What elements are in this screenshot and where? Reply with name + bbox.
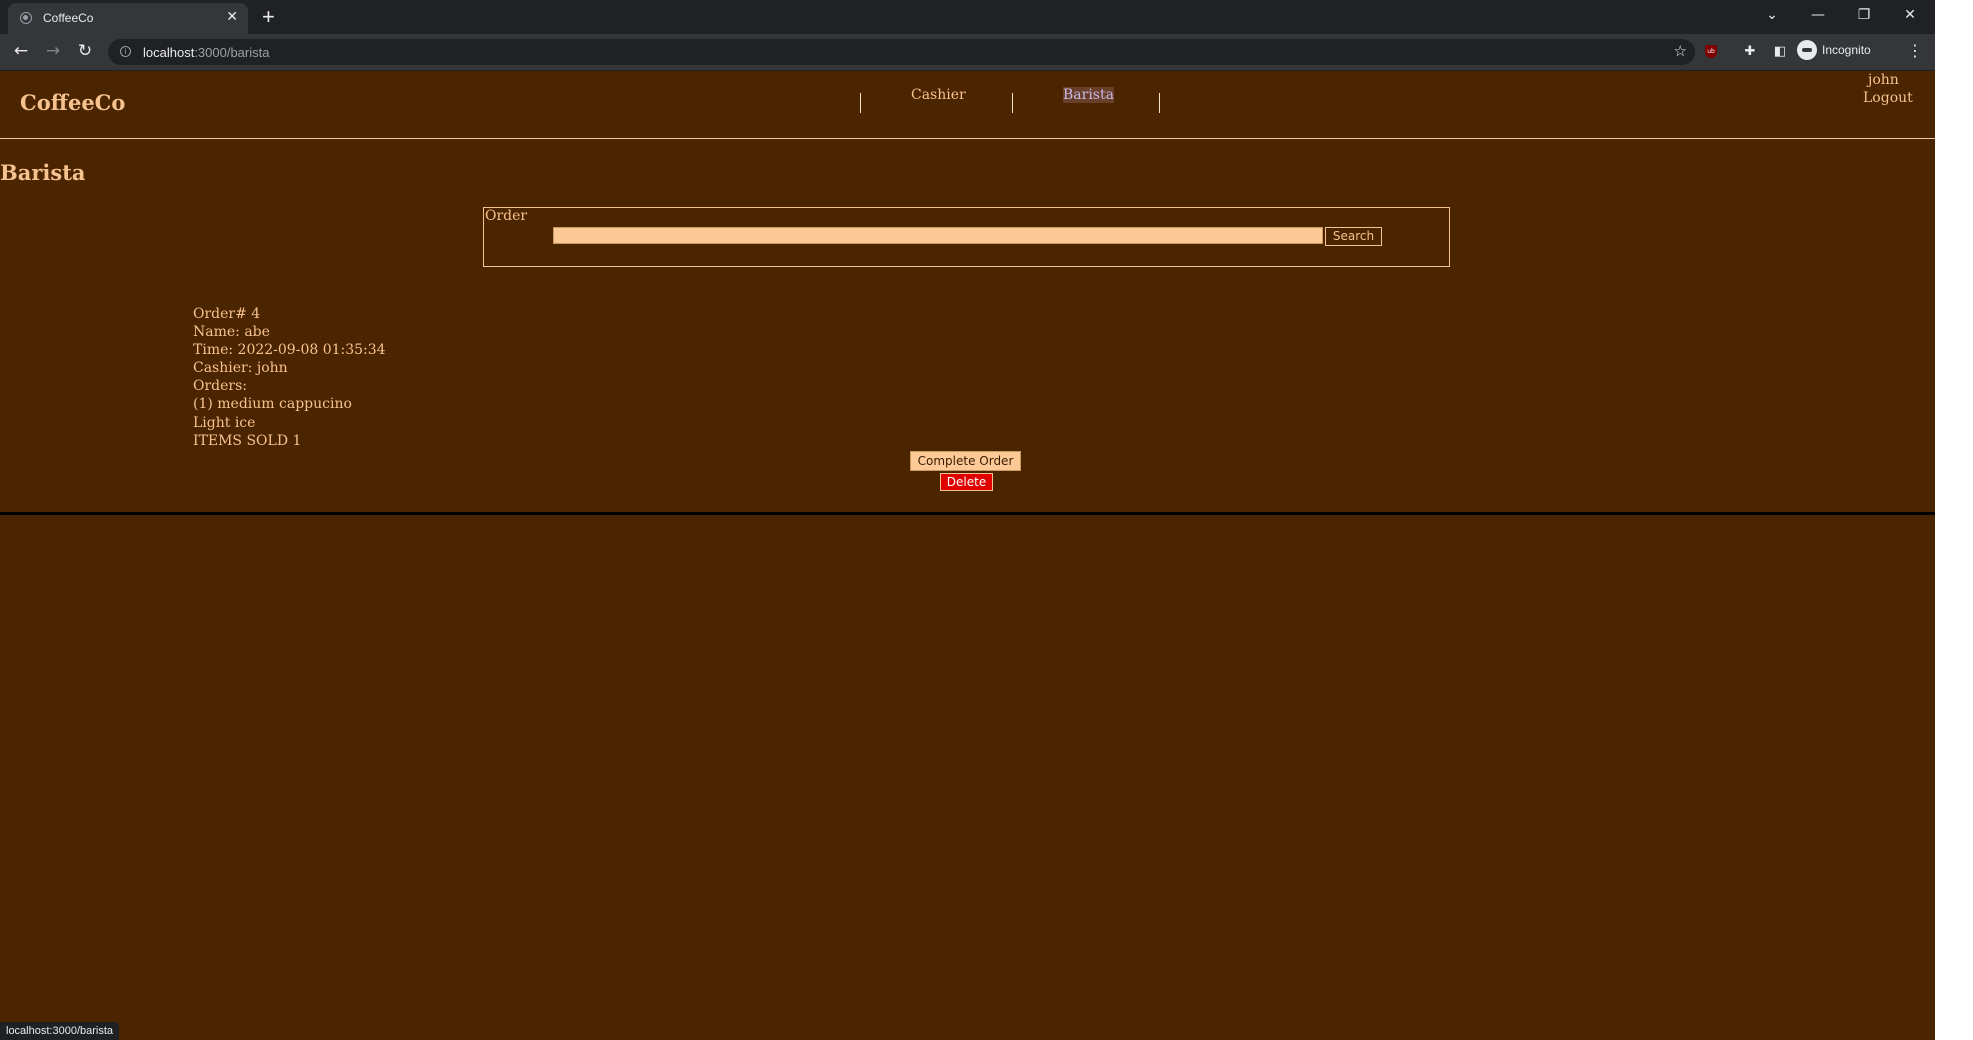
items-sold-count: ITEMS SOLD 1 bbox=[193, 432, 302, 449]
new-tab-button[interactable]: + bbox=[262, 3, 275, 31]
forward-arrow-icon[interactable]: → bbox=[40, 38, 66, 64]
nav-link-cashier[interactable]: Cashier bbox=[911, 87, 966, 103]
nav-separator bbox=[1012, 93, 1013, 113]
logout-link[interactable]: Logout bbox=[1863, 89, 1913, 107]
username: john bbox=[1868, 72, 1899, 88]
tab-title: CoffeeCo bbox=[43, 11, 94, 25]
order-item-note: Light ice bbox=[193, 414, 256, 431]
user-box: john Logout bbox=[1863, 71, 1913, 107]
page-content: CoffeeCo Cashier Barista john Logout Bar… bbox=[0, 71, 1935, 1040]
search-button[interactable]: Search bbox=[1325, 227, 1382, 246]
side-panel-icon[interactable]: ◧ bbox=[1770, 42, 1790, 62]
minimize-button[interactable]: — bbox=[1800, 2, 1836, 28]
extensions-puzzle-icon[interactable]: ✚ bbox=[1740, 42, 1760, 62]
order-cashier: Cashier: john bbox=[193, 360, 288, 377]
browser-toolbar: ← → ↻ i localhost:3000/barista ☆ ✚ ◧ bbox=[0, 34, 1935, 71]
address-bar[interactable]: i localhost:3000/barista ☆ bbox=[108, 39, 1695, 65]
screen: CoffeeCo ✕ + ⌄ — ❐ ✕ ← → ↻ i localhost:3… bbox=[0, 0, 1973, 1040]
brand-logo[interactable]: CoffeeCo bbox=[20, 90, 125, 115]
restore-button[interactable]: ❐ bbox=[1846, 2, 1882, 28]
nav-separator bbox=[1159, 93, 1160, 113]
order-item: (1) medium cappucino bbox=[193, 396, 352, 413]
site-header: CoffeeCo Cashier Barista john Logout bbox=[0, 71, 1935, 139]
order-search-fieldset: Order Search bbox=[483, 207, 1450, 267]
browser-tab[interactable]: CoffeeCo ✕ bbox=[8, 3, 248, 34]
nav-separator bbox=[860, 93, 861, 113]
order-number: Order# 4 bbox=[193, 306, 261, 322]
incognito-badge[interactable]: Incognito bbox=[1797, 40, 1871, 62]
complete-order-button[interactable]: Complete Order bbox=[910, 451, 1021, 471]
ublock-icon[interactable]: ub bbox=[1705, 45, 1717, 58]
page-title: Barista bbox=[0, 160, 86, 185]
tab-close-icon[interactable]: ✕ bbox=[226, 8, 238, 25]
order-customer-name: Name: abe bbox=[193, 324, 270, 341]
reload-icon[interactable]: ↻ bbox=[72, 38, 98, 64]
star-icon[interactable]: ☆ bbox=[1674, 42, 1687, 60]
window-close-button[interactable]: ✕ bbox=[1892, 2, 1928, 28]
order-items-label: Orders: bbox=[193, 378, 248, 395]
info-icon[interactable]: i bbox=[120, 46, 131, 57]
order-divider bbox=[0, 512, 1935, 515]
back-arrow-icon[interactable]: ← bbox=[8, 38, 34, 64]
status-bubble: localhost:3000/barista bbox=[0, 1022, 120, 1040]
tab-search-chevron-icon[interactable]: ⌄ bbox=[1754, 2, 1790, 28]
order-search-input[interactable] bbox=[553, 227, 1323, 244]
delete-order-button[interactable]: Delete bbox=[940, 473, 993, 491]
nav-link-barista[interactable]: Barista bbox=[1063, 87, 1114, 103]
order-time: Time: 2022-09-08 01:35:34 bbox=[193, 342, 386, 359]
order-search-legend: Order bbox=[485, 208, 528, 224]
tab-strip: CoffeeCo ✕ + ⌄ — ❐ ✕ bbox=[0, 0, 1935, 34]
browser-window: CoffeeCo ✕ + ⌄ — ❐ ✕ ← → ↻ i localhost:3… bbox=[0, 0, 1935, 1040]
incognito-icon bbox=[1797, 40, 1817, 60]
url-text[interactable]: localhost:3000/barista bbox=[143, 45, 269, 60]
order-card: Order# 4 Name: abe Time: 2022-09-08 01:3… bbox=[193, 305, 386, 450]
kebab-menu-icon[interactable]: ⋮ bbox=[1907, 40, 1923, 62]
globe-favicon-icon bbox=[20, 12, 32, 24]
